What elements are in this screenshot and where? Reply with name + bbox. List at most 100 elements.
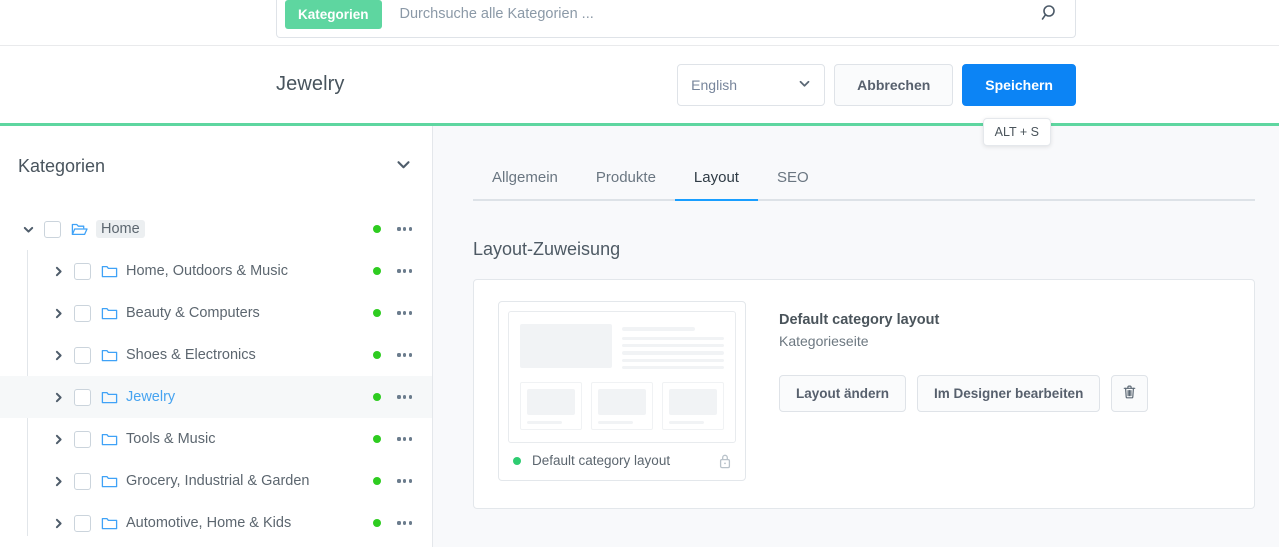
tab-produkte[interactable]: Produkte	[577, 159, 675, 199]
tree-row[interactable]: Automotive, Home & Kids	[0, 502, 432, 544]
search-icon	[1040, 3, 1060, 26]
tree-row[interactable]: Beauty & Computers	[0, 292, 432, 334]
language-select[interactable]: English	[677, 63, 826, 106]
tree-row[interactable]: Shoes & Electronics	[0, 334, 432, 376]
tree-row-checkbox[interactable]	[44, 220, 61, 238]
tree-row-checkbox[interactable]	[74, 388, 91, 406]
layout-assignment-card: Default category layout Default category…	[473, 279, 1255, 509]
tree-row-label[interactable]: Beauty & Computers	[126, 305, 260, 321]
wireframe-product-cell	[662, 381, 724, 431]
status-dot-icon	[373, 309, 382, 317]
row-context-menu-icon[interactable]	[395, 265, 414, 276]
tree-row-actions	[373, 223, 414, 234]
tree-row-label[interactable]: Grocery, Industrial & Garden	[126, 473, 309, 489]
tree-row-label[interactable]: Home	[96, 220, 145, 238]
folder-icon	[101, 474, 118, 489]
cancel-button[interactable]: Abbrechen	[834, 63, 954, 106]
tree-row[interactable]: Home	[0, 208, 432, 250]
tree-row[interactable]: Grocery, Industrial & Garden	[0, 460, 432, 502]
main-content: Allgemein Produkte Layout SEO Layout-Zuweis…	[433, 126, 1279, 547]
status-dot-icon	[373, 519, 382, 527]
wireframe-text-lines	[622, 324, 724, 373]
language-select-value: English	[691, 76, 738, 93]
trash-icon	[1122, 384, 1137, 403]
sidebar-title: Kategorien	[18, 155, 106, 176]
row-context-menu-icon[interactable]	[395, 307, 414, 318]
delete-layout-button[interactable]	[1111, 375, 1149, 412]
tree-row[interactable]: Jewelry	[0, 376, 432, 418]
wireframe-bottom-row	[520, 381, 724, 431]
layout-action-buttons: Layout ändern Im Designer bearbeiten	[779, 375, 1149, 412]
folder-icon	[101, 390, 118, 405]
chevron-right-icon[interactable]	[48, 261, 68, 281]
wireframe-product-cell	[591, 381, 653, 431]
tree-row-checkbox[interactable]	[74, 262, 91, 280]
tree-row-actions	[373, 517, 414, 528]
header-actions: English Abbrechen Speichern	[677, 63, 1076, 106]
tree-row-actions	[373, 433, 414, 444]
page-title: Jewelry	[276, 73, 345, 95]
wireframe-product-cell	[520, 381, 582, 431]
tree-row-label[interactable]: Tools & Music	[126, 431, 215, 447]
tree-row-label[interactable]: Home, Outdoors & Music	[126, 263, 288, 279]
layout-type: Kategorieseite	[779, 333, 869, 349]
chevron-right-icon[interactable]	[48, 471, 68, 491]
status-dot-icon	[373, 393, 382, 401]
search-submit-button[interactable]	[1035, 0, 1065, 29]
change-layout-button[interactable]: Layout ändern	[779, 375, 907, 412]
layout-thumbnail-card[interactable]: Default category layout	[498, 301, 746, 481]
folder-icon	[101, 264, 118, 279]
tab-layout[interactable]: Layout	[674, 159, 759, 201]
chevron-down-icon	[798, 77, 811, 93]
wireframe-image-block	[520, 324, 612, 368]
tree-row-checkbox[interactable]	[74, 346, 91, 364]
folder-icon	[101, 516, 118, 531]
tab-seo[interactable]: SEO	[758, 159, 828, 199]
layout-info: Default category layout Kategorieseite L…	[779, 301, 1149, 484]
category-sidebar: Kategorien Home Home, Outdoors & Music Bea…	[0, 126, 433, 547]
global-search-bar: Kategorien	[276, 0, 1076, 38]
tree-row-checkbox[interactable]	[74, 514, 91, 532]
row-context-menu-icon[interactable]	[395, 349, 414, 360]
layout-thumbnail-footer: Default category layout	[508, 450, 736, 471]
status-dot-icon	[373, 477, 382, 485]
chevron-right-icon[interactable]	[48, 513, 68, 533]
row-context-menu-icon[interactable]	[395, 517, 414, 528]
status-dot-icon	[373, 225, 382, 233]
folder-icon	[101, 348, 118, 363]
tree-row[interactable]: Tools & Music	[0, 418, 432, 460]
tree-row-checkbox[interactable]	[74, 472, 91, 490]
row-context-menu-icon[interactable]	[395, 391, 414, 402]
row-context-menu-icon[interactable]	[395, 433, 414, 444]
folder-icon	[101, 306, 118, 321]
edit-in-designer-button[interactable]: Im Designer bearbeiten	[917, 375, 1101, 412]
tree-row-label[interactable]: Automotive, Home & Kids	[126, 515, 291, 531]
lock-icon	[718, 453, 732, 469]
save-button[interactable]: Speichern	[962, 63, 1076, 106]
chevron-right-icon[interactable]	[48, 429, 68, 449]
wireframe-top-row	[520, 324, 724, 373]
row-context-menu-icon[interactable]	[395, 223, 414, 234]
top-search-bar-row: Kategorien	[0, 0, 1279, 46]
tree-row-actions	[373, 349, 414, 360]
tree-row-checkbox[interactable]	[74, 430, 91, 448]
status-dot-icon	[373, 435, 382, 443]
sidebar-collapse-button[interactable]	[395, 156, 412, 176]
chevron-right-icon[interactable]	[48, 387, 68, 407]
layout-preview-wireframe	[508, 311, 736, 444]
chevron-right-icon[interactable]	[48, 345, 68, 365]
chevron-right-icon[interactable]	[48, 303, 68, 323]
tab-allgemein[interactable]: Allgemein	[473, 159, 577, 199]
search-input[interactable]	[381, 6, 1035, 22]
chevron-down-icon[interactable]	[18, 219, 38, 239]
chevron-down-icon	[395, 156, 412, 176]
status-dot-icon	[373, 351, 382, 359]
page-body: Kategorien Home Home, Outdoors & Music Bea…	[0, 126, 1279, 547]
row-context-menu-icon[interactable]	[395, 475, 414, 486]
tree-row-checkbox[interactable]	[74, 304, 91, 322]
tree-row-actions	[373, 265, 414, 276]
search-scope-chip[interactable]: Kategorien	[285, 0, 382, 29]
tree-row[interactable]: Home, Outdoors & Music	[0, 250, 432, 292]
tree-row-label[interactable]: Shoes & Electronics	[126, 347, 256, 363]
tree-row-label[interactable]: Jewelry	[126, 389, 175, 405]
